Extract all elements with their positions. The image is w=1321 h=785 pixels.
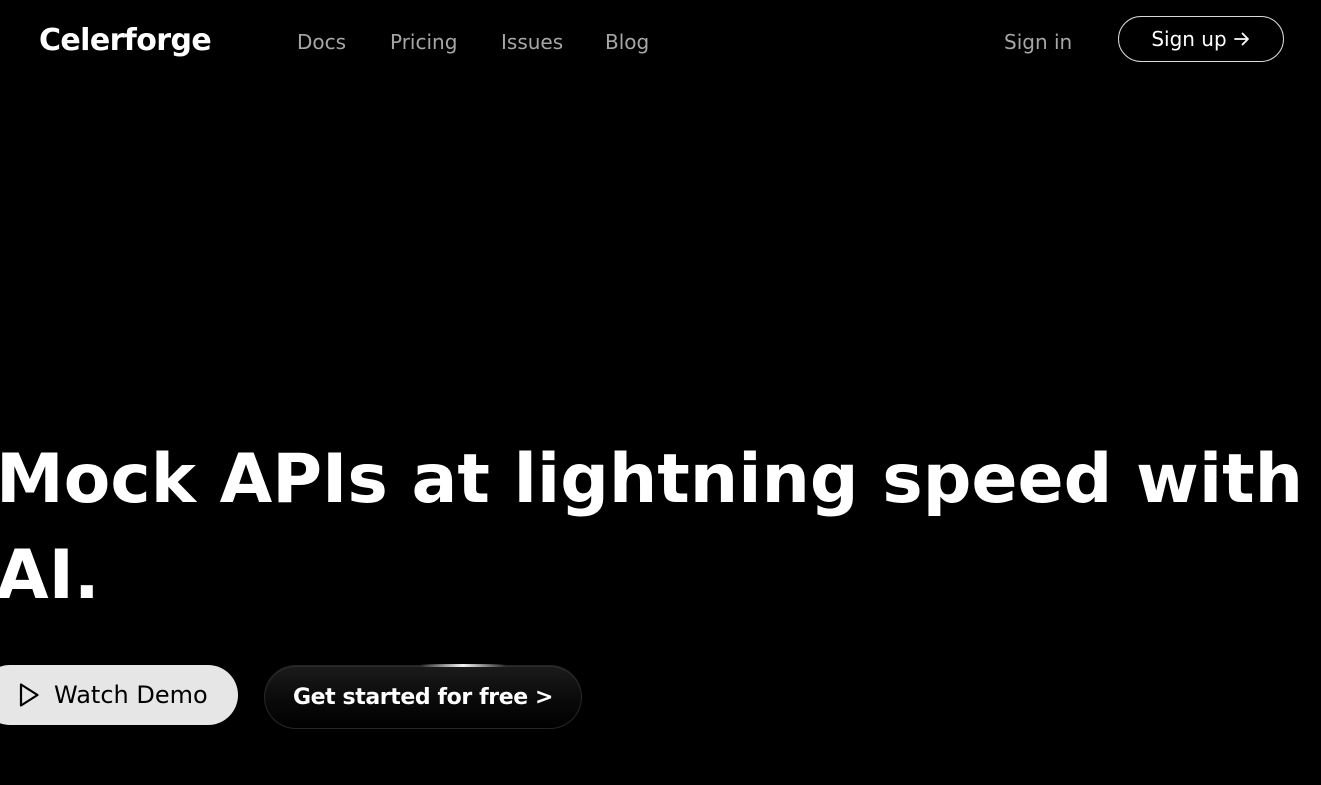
- brand-logo[interactable]: Celerforge: [39, 22, 212, 60]
- nav-link-pricing[interactable]: Pricing: [390, 29, 457, 55]
- sign-in-link[interactable]: Sign in: [1004, 29, 1072, 55]
- nav-link-docs[interactable]: Docs: [297, 29, 346, 55]
- watch-demo-label: Watch Demo: [54, 681, 208, 709]
- landing-page: Celerforge Docs Pricing Issues Blog Sign…: [0, 0, 1321, 785]
- play-icon: [18, 682, 40, 708]
- nav-link-issues[interactable]: Issues: [501, 29, 563, 55]
- sign-up-label: Sign up: [1151, 27, 1227, 51]
- arrow-right-icon: [1233, 30, 1251, 48]
- nav-link-blog[interactable]: Blog: [605, 29, 649, 55]
- get-started-button[interactable]: Get started for free >: [264, 665, 582, 729]
- watch-demo-button[interactable]: Watch Demo: [0, 665, 238, 725]
- sign-up-button[interactable]: Sign up: [1118, 16, 1284, 62]
- hero-title: Mock APIs at lightning speed with AI.: [0, 440, 1304, 615]
- button-glow-highlight: [420, 664, 506, 667]
